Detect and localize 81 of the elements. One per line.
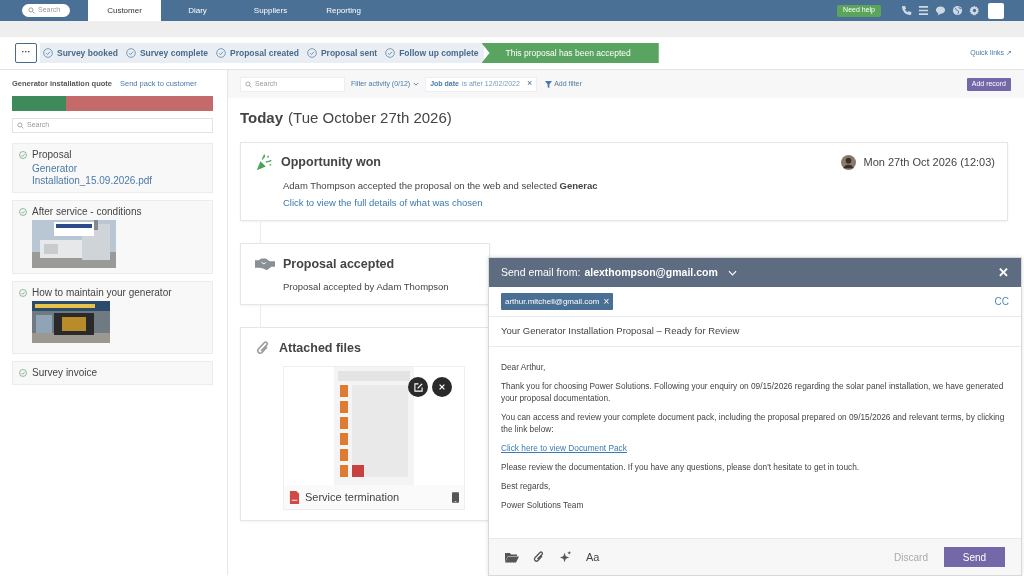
document-pack-link[interactable]: Click here to view Document Pack — [501, 442, 627, 454]
folder-icon — [505, 551, 519, 563]
nav-tab[interactable]: Reporting — [307, 0, 380, 21]
document-card[interactable]: Proposal Generator Installation_15.09.2026.pdf — [12, 143, 213, 193]
check-circle-icon — [125, 48, 136, 58]
document-card[interactable]: Survey invoice — [12, 361, 213, 385]
remove-recipient-button[interactable]: × — [603, 294, 610, 309]
document-title: Survey invoice — [32, 367, 98, 379]
remove-filter-button[interactable]: × — [526, 77, 533, 91]
current-step: This proposal has been accepted — [481, 43, 659, 63]
cc-button[interactable]: CC — [994, 294, 1009, 309]
email-paragraph: Best regards, — [501, 480, 552, 492]
recipient-address: arthur.mitchell@gmail.com — [505, 295, 600, 308]
phone-icon — [901, 5, 912, 16]
paperclip-icon — [533, 550, 545, 564]
card-text: Adam Thompson accepted the proposal on the web and selected Generac — [283, 178, 599, 193]
file-link[interactable]: Generator Installation_15.09.2026.pdf — [32, 163, 172, 187]
check-circle-icon — [215, 48, 226, 58]
pdf-file-icon — [289, 490, 300, 504]
document-title: After service - conditions — [32, 206, 142, 218]
sparkle-icon — [559, 550, 572, 564]
check-circle-icon — [19, 289, 27, 297]
check-circle-icon — [43, 48, 53, 58]
email-paragraph: Dear Arthur, — [501, 361, 547, 373]
email-paragraph: Power Solutions Team — [501, 499, 585, 511]
card-title: Attached files — [279, 339, 361, 357]
day-date: (Tue October 27th 2026) — [288, 108, 452, 128]
step-label: Survey booked — [57, 46, 118, 60]
card-title: Proposal accepted — [283, 255, 395, 273]
settings-icon — [969, 5, 980, 16]
email-paragraph: Thank you for choosing Power Solutions. Following your enquiry on 09/15/2026 regarding the solar panel installation, we have generated your proposal documentation. — [501, 380, 1005, 404]
document-title: Proposal — [32, 149, 73, 161]
email-paragraph: Please review the documentation. If you have any questions, please don't hesitate to get in touch. — [501, 461, 861, 473]
card-time: Mon 27th Oct 2026 (12:03) — [863, 155, 995, 171]
funnel-icon — [545, 80, 553, 88]
step-label: Proposal sent — [320, 46, 378, 60]
check-circle-icon — [19, 151, 27, 159]
card-text: Proposal accepted by Adam Thompson — [283, 280, 450, 294]
check-circle-icon — [306, 48, 317, 58]
close-button[interactable]: ✕ — [998, 262, 1009, 283]
subject-field[interactable]: Your Generator Installation Proposal – Ready for Review — [489, 317, 1021, 347]
remove-button[interactable] — [432, 377, 452, 398]
document-card[interactable]: After service - conditions — [12, 200, 213, 274]
card-title: Opportunity won — [281, 154, 381, 172]
search-icon — [245, 80, 252, 88]
day-title: Today — [240, 108, 284, 128]
avatar-square[interactable] — [988, 2, 1004, 19]
document-card[interactable]: How to maintain your generator — [12, 281, 213, 354]
nav-tab[interactable]: Customer — [88, 0, 161, 21]
menu-icon — [918, 5, 929, 16]
file-name: Service termination — [305, 490, 401, 505]
file-card[interactable]: Service termination — [283, 366, 465, 511]
check-circle-icon — [19, 369, 27, 377]
avatar-icon — [840, 155, 856, 170]
document-title: How to maintain your generator — [32, 287, 172, 299]
nav-tab[interactable]: Diary — [161, 0, 234, 21]
close-icon — [438, 383, 446, 392]
nav-tab[interactable]: Suppliers — [234, 0, 307, 21]
party-popper-icon — [255, 153, 273, 172]
globe-icon — [952, 5, 963, 16]
edit-button[interactable] — [408, 377, 428, 398]
from-address[interactable]: alexthompson@gmail.com — [584, 264, 718, 281]
email-paragraph: You can access and review your complete document pack, including the proposal prepared on 09/15/2026 and relevant terms, by clicking the link below: — [501, 411, 1006, 435]
chat-icon — [935, 5, 946, 16]
handshake-icon — [255, 257, 275, 271]
from-label: Send email from: — [501, 264, 581, 280]
step-label: Survey complete — [139, 46, 208, 60]
more-button[interactable]: ··· — [15, 43, 37, 63]
send-button[interactable]: Send — [944, 547, 1005, 567]
step-label: Proposal created — [229, 46, 299, 60]
chevron-down-icon — [727, 269, 737, 276]
check-circle-icon — [385, 48, 396, 58]
chevron-down-icon — [413, 82, 420, 86]
details-link[interactable]: Click to view the full details of what was chosen — [283, 195, 995, 210]
search-icon — [17, 122, 24, 129]
phone-device-icon — [452, 491, 459, 503]
font-button[interactable]: Aa — [586, 548, 600, 566]
search-icon — [28, 7, 35, 14]
edit-icon — [413, 382, 423, 392]
check-circle-icon — [19, 208, 27, 216]
step-label: Follow up complete — [399, 46, 479, 60]
